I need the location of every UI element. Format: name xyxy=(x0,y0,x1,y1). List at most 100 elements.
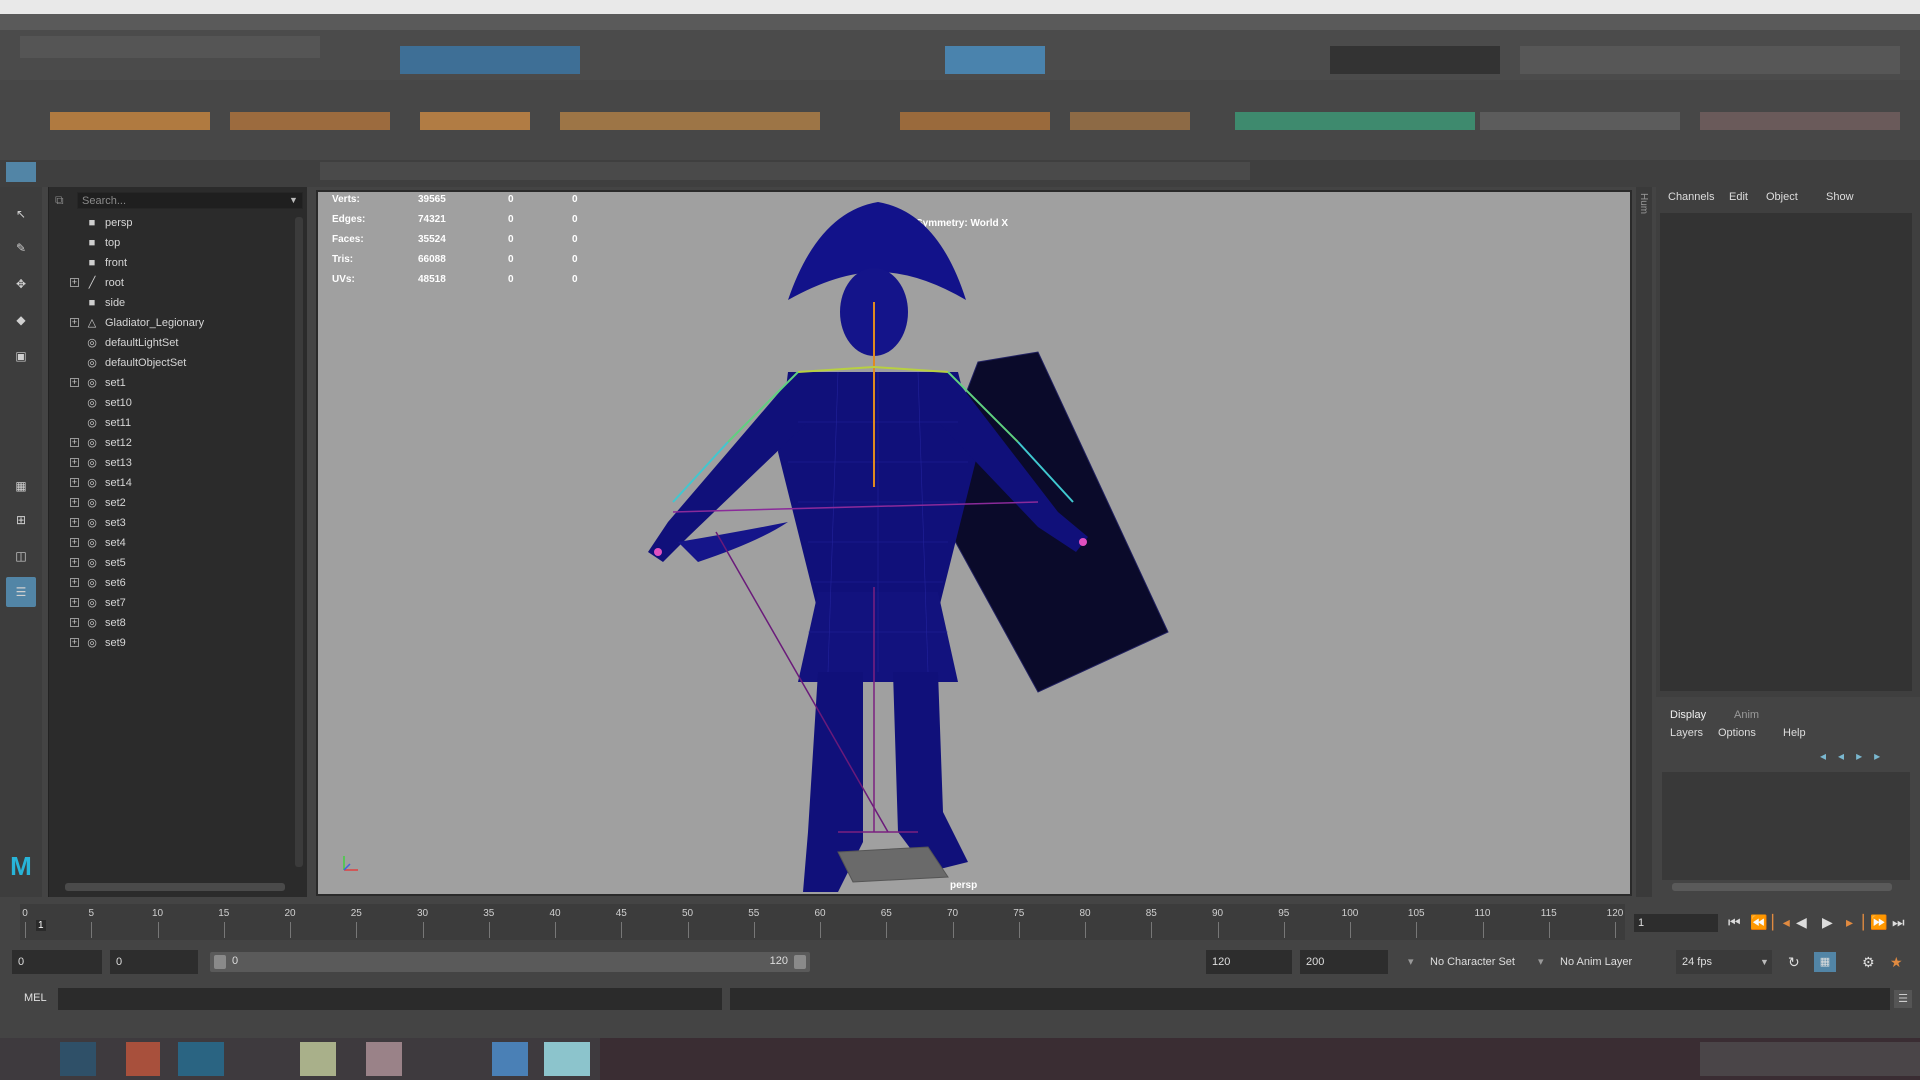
expand-icon[interactable]: + xyxy=(70,438,79,447)
scale-tool-icon[interactable]: ▣ xyxy=(6,341,36,371)
layers-menu[interactable]: Layers xyxy=(1670,727,1703,739)
lasso-tool-icon[interactable]: ✎ xyxy=(6,233,36,263)
playback-start-field[interactable]: 0 xyxy=(110,950,198,974)
anim-layer-dropdown[interactable]: No Anim Layer xyxy=(1560,950,1632,974)
object-menu[interactable]: Object xyxy=(1766,191,1798,203)
fps-dropdown[interactable]: 24 fps xyxy=(1676,950,1772,974)
fps-dropdown-arrow-icon[interactable]: ▼ xyxy=(1760,950,1769,974)
outliner-item[interactable]: + ╱ root xyxy=(49,273,289,293)
outliner-item[interactable]: + ◎ set2 xyxy=(49,493,289,513)
outliner-item[interactable]: + ◎ set14 xyxy=(49,473,289,493)
outliner-item[interactable]: + ◎ set5 xyxy=(49,553,289,573)
animation-start-field[interactable]: 0 xyxy=(12,950,102,974)
outliner-item[interactable]: + ◎ set8 xyxy=(49,613,289,633)
outliner-item[interactable]: ■ top xyxy=(49,233,289,253)
animation-preferences-icon[interactable]: ⚙ xyxy=(1862,950,1875,974)
outliner-item[interactable]: ◎ defaultLightSet xyxy=(49,333,289,353)
character-control-icon[interactable]: ★ xyxy=(1890,950,1903,974)
outliner-search-input[interactable]: Search... xyxy=(77,192,303,209)
expand-icon[interactable]: + xyxy=(70,618,79,627)
go-to-start-icon[interactable]: ⏮ xyxy=(1728,914,1741,931)
expand-icon[interactable]: + xyxy=(70,518,79,527)
playback-range-slider[interactable]: 0 120 xyxy=(210,952,810,972)
expand-icon[interactable]: + xyxy=(70,538,79,547)
layer-list[interactable] xyxy=(1662,772,1910,880)
layer-horizontal-scrollbar[interactable] xyxy=(1672,883,1892,891)
current-frame-field[interactable]: 1 xyxy=(1634,914,1718,932)
expand-icon[interactable]: + xyxy=(70,478,79,487)
move-tool-icon[interactable]: ✥ xyxy=(6,269,36,299)
playback-end-field[interactable]: 120 xyxy=(1206,950,1292,974)
outliner-item[interactable]: ◎ set10 xyxy=(49,393,289,413)
script-language-toggle[interactable]: MEL xyxy=(24,992,47,1004)
perspective-viewport[interactable]: Verts: 39565 0 0 Edges: 74321 0 0 Faces: 35524 0 0 T… xyxy=(316,190,1632,896)
outliner-item[interactable]: ■ side xyxy=(49,293,289,313)
anim-layer-dropdown-icon[interactable]: ▾ xyxy=(1538,950,1544,974)
status-line[interactable] xyxy=(0,30,1920,80)
play-forwards-icon[interactable]: ▶ xyxy=(1822,914,1833,931)
step-back-frame-icon[interactable]: ▏◂ xyxy=(1772,914,1790,931)
expand-icon[interactable]: + xyxy=(70,278,79,287)
outliner-item[interactable]: + ◎ set13 xyxy=(49,453,289,473)
channel-list[interactable] xyxy=(1660,213,1912,691)
expand-icon[interactable]: + xyxy=(70,318,79,327)
single-perspective-layout-icon[interactable]: ▦ xyxy=(6,471,36,501)
time-slider-track[interactable]: 0 5 10 15 20 25 30 35 40 45 50 55 60 65 70 75 80 85 90 95 10… xyxy=(20,904,1625,940)
tab-anim[interactable]: Anim xyxy=(1734,709,1759,721)
outliner-item[interactable]: ◎ defaultObjectSet xyxy=(49,353,289,373)
animation-end-field[interactable]: 200 xyxy=(1300,950,1388,974)
outliner-item[interactable]: + ◎ set7 xyxy=(49,593,289,613)
outliner-item[interactable]: ◎ set11 xyxy=(49,413,289,433)
rotate-tool-icon[interactable]: ◆ xyxy=(6,305,36,335)
new-layer-icon[interactable]: ▸ xyxy=(1856,749,1874,763)
command-input[interactable] xyxy=(58,988,722,1010)
step-forward-frame-icon[interactable]: ▸▕ xyxy=(1846,914,1864,931)
expand-icon[interactable]: + xyxy=(70,638,79,647)
go-to-end-icon[interactable]: ⏭ xyxy=(1892,914,1905,931)
outliner-item[interactable]: ■ front xyxy=(49,253,289,273)
outliner-item[interactable]: + △ Gladiator_Legionary xyxy=(49,313,289,333)
outliner-layout-icon[interactable]: ☰ xyxy=(6,577,36,607)
outliner-item[interactable]: + ◎ set3 xyxy=(49,513,289,533)
main-menu-bar[interactable] xyxy=(0,14,1920,30)
new-layer-selected-icon[interactable]: ▸ xyxy=(1874,749,1892,763)
two-pane-layout-icon[interactable]: ◫ xyxy=(6,541,36,571)
shelf[interactable] xyxy=(0,80,1920,160)
expand-icon[interactable]: + xyxy=(70,558,79,567)
character-model[interactable] xyxy=(318,192,1630,894)
layer-arrow-buttons[interactable]: ◂◂▸▸ xyxy=(1820,749,1892,763)
four-view-layout-icon[interactable]: ⊞ xyxy=(6,505,36,535)
move-layer-up-icon[interactable]: ◂ xyxy=(1820,749,1838,763)
play-backwards-icon[interactable]: ◀ xyxy=(1796,914,1807,931)
options-menu[interactable]: Options xyxy=(1718,727,1756,739)
outliner-item[interactable]: ■ persp xyxy=(49,213,289,233)
script-editor-icon[interactable]: ☰ xyxy=(1894,990,1912,1008)
show-menu[interactable]: Show xyxy=(1826,191,1854,203)
range-end-handle[interactable] xyxy=(794,955,806,969)
step-back-key-icon[interactable]: ⏪ xyxy=(1750,914,1767,931)
outliner-filter-icon[interactable]: ⧉ xyxy=(55,193,69,207)
tool-settings-row[interactable] xyxy=(0,160,1920,187)
expand-icon[interactable]: + xyxy=(70,498,79,507)
loop-icon[interactable]: ↻ xyxy=(1788,950,1800,974)
select-tool-icon[interactable]: ↖ xyxy=(6,199,36,229)
outliner-item[interactable]: + ◎ set12 xyxy=(49,433,289,453)
expand-icon[interactable]: + xyxy=(70,458,79,467)
time-slider[interactable]: 0 5 10 15 20 25 30 35 40 45 50 55 60 65 70 75 80 85 90 95 10… xyxy=(0,900,1920,942)
current-time-marker[interactable]: 1 xyxy=(36,920,46,931)
outliner-horizontal-scrollbar[interactable] xyxy=(65,883,285,891)
move-layer-down-icon[interactable]: ◂ xyxy=(1838,749,1856,763)
character-set-dropdown[interactable]: No Character Set xyxy=(1430,950,1515,974)
outliner-item[interactable]: + ◎ set1 xyxy=(49,373,289,393)
help-menu[interactable]: Help xyxy=(1783,727,1806,739)
search-dropdown-icon[interactable]: ▼ xyxy=(289,195,298,205)
channels-menu[interactable]: Channels xyxy=(1668,191,1714,203)
step-forward-key-icon[interactable]: ⏩ xyxy=(1870,914,1887,931)
edit-menu[interactable]: Edit xyxy=(1729,191,1748,203)
auto-key-icon[interactable]: ▦ xyxy=(1814,952,1836,972)
expand-icon[interactable]: + xyxy=(70,598,79,607)
tab-display[interactable]: Display xyxy=(1670,709,1706,721)
expand-icon[interactable]: + xyxy=(70,378,79,387)
outliner-item[interactable]: + ◎ set4 xyxy=(49,533,289,553)
outliner-vertical-scrollbar[interactable] xyxy=(295,217,303,867)
